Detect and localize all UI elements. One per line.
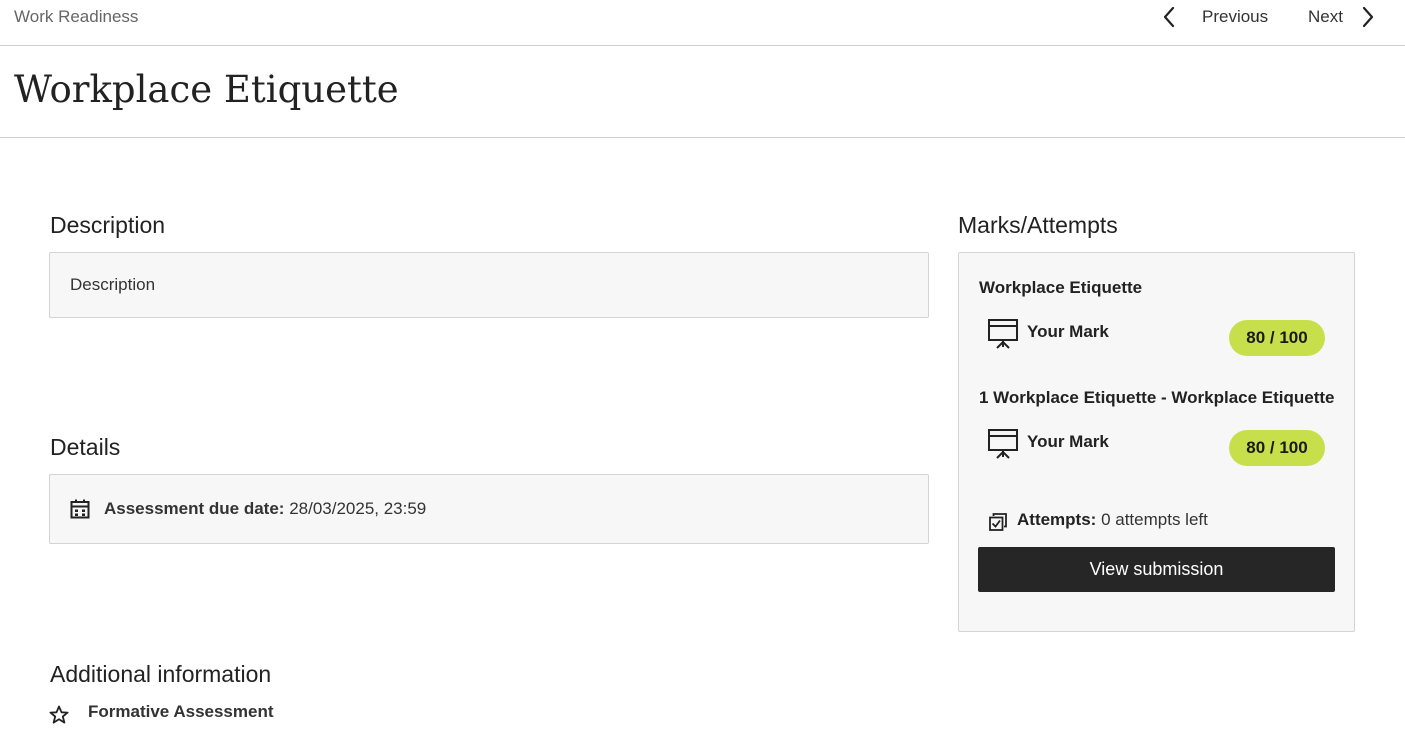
attempts-icon — [989, 513, 1007, 531]
mark-item-title: Workplace Etiquette — [979, 278, 1143, 297]
chevron-right-icon — [1362, 6, 1374, 28]
attempts-row: Attempts: 0 attempts left — [1017, 510, 1208, 530]
details-box: Assessment due date: 28/03/2025, 23:59 — [49, 474, 929, 544]
due-date-label: Assessment due date: — [104, 499, 285, 518]
mark-badge: 80 / 100 — [1229, 320, 1325, 356]
next-button[interactable]: Next — [1308, 3, 1377, 31]
calendar-icon — [70, 499, 90, 519]
next-label: Next — [1308, 7, 1343, 26]
description-heading: Description — [50, 212, 166, 238]
description-box: Description — [49, 252, 929, 318]
your-mark-label: Your Mark — [1027, 432, 1109, 451]
previous-button[interactable]: Previous — [1158, 3, 1268, 31]
breadcrumb[interactable]: Work Readiness — [14, 7, 138, 27]
attempts-label: Attempts: — [1017, 510, 1097, 529]
presentation-board-icon — [988, 319, 1018, 349]
page-title: Workplace Etiquette — [14, 68, 399, 111]
title-bar: Workplace Etiquette — [0, 46, 1405, 138]
due-date-row: Assessment due date: 28/03/2025, 23:59 — [104, 499, 426, 519]
marks-heading: Marks/Attempts — [958, 212, 1118, 238]
presentation-board-icon — [988, 429, 1018, 459]
attempts-value: 0 attempts left — [1101, 510, 1208, 529]
details-heading: Details — [50, 434, 121, 460]
your-mark-label: Your Mark — [1027, 322, 1109, 341]
view-submission-button[interactable]: View submission — [978, 547, 1335, 592]
description-text: Description — [70, 275, 156, 294]
due-date-value: 28/03/2025, 23:59 — [289, 499, 427, 518]
previous-label: Previous — [1202, 7, 1269, 26]
mark-item-title: 1 Workplace Etiquette - Workplace Etique… — [979, 388, 1335, 407]
formative-assessment-label: Formative Assessment — [88, 702, 274, 721]
top-bar: Work Readiness Previous Next — [0, 0, 1405, 46]
star-icon — [49, 705, 69, 724]
chevron-left-icon — [1163, 6, 1175, 28]
additional-info-heading: Additional information — [50, 661, 272, 687]
marks-box: Workplace Etiquette Your Mark 80 / 100 1… — [958, 252, 1355, 632]
mark-badge: 80 / 100 — [1229, 430, 1325, 466]
